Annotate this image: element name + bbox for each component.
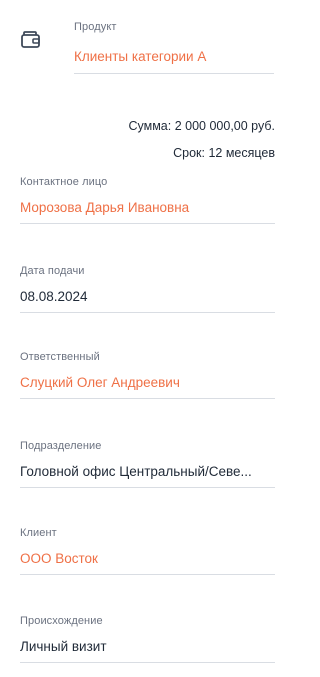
- origin-divider: [20, 662, 275, 663]
- client-field[interactable]: Клиент ООО Восток: [20, 526, 275, 582]
- product-label: Продукт: [74, 21, 117, 33]
- submit-date-value: 08.08.2024: [20, 289, 88, 304]
- sum-text: Сумма: 2 000 000,00 руб.: [128, 119, 275, 133]
- origin-field[interactable]: Происхождение Личный визит: [20, 614, 275, 670]
- product-value-link[interactable]: Клиенты категории А: [74, 48, 274, 66]
- submit-date-field[interactable]: Дата подачи 08.08.2024: [20, 264, 275, 320]
- product-field[interactable]: Продукт Клиенты категории А: [74, 18, 274, 74]
- responsible-divider: [20, 398, 275, 399]
- department-field[interactable]: Подразделение Головной офис Центральный/…: [20, 439, 275, 495]
- responsible-value-link[interactable]: Слуцкий Олег Андреевич: [20, 374, 275, 392]
- contact-field[interactable]: Контактное лицо Морозова Дарья Ивановна: [20, 175, 275, 231]
- client-label: Клиент: [20, 527, 57, 539]
- contact-divider: [20, 223, 275, 224]
- responsible-label: Ответственный: [20, 351, 100, 363]
- client-divider: [20, 574, 275, 575]
- responsible-field[interactable]: Ответственный Слуцкий Олег Андреевич: [20, 350, 275, 406]
- client-value-link[interactable]: ООО Восток: [20, 550, 275, 568]
- origin-label: Происхождение: [20, 615, 103, 627]
- submit-date-divider: [20, 312, 275, 313]
- department-label: Подразделение: [20, 440, 102, 452]
- department-value: Головной офис Центральный/Севе...: [20, 464, 252, 479]
- term-text: Срок: 12 месяцев: [173, 146, 275, 160]
- contact-label: Контактное лицо: [20, 176, 108, 188]
- origin-value: Личный визит: [20, 639, 107, 654]
- wallet-icon: [18, 28, 44, 52]
- contact-value-link[interactable]: Морозова Дарья Ивановна: [20, 199, 275, 217]
- product-section: Продукт Клиенты категории А: [0, 0, 292, 110]
- product-divider: [74, 73, 274, 74]
- department-divider: [20, 487, 275, 488]
- submit-date-label: Дата подачи: [20, 265, 85, 277]
